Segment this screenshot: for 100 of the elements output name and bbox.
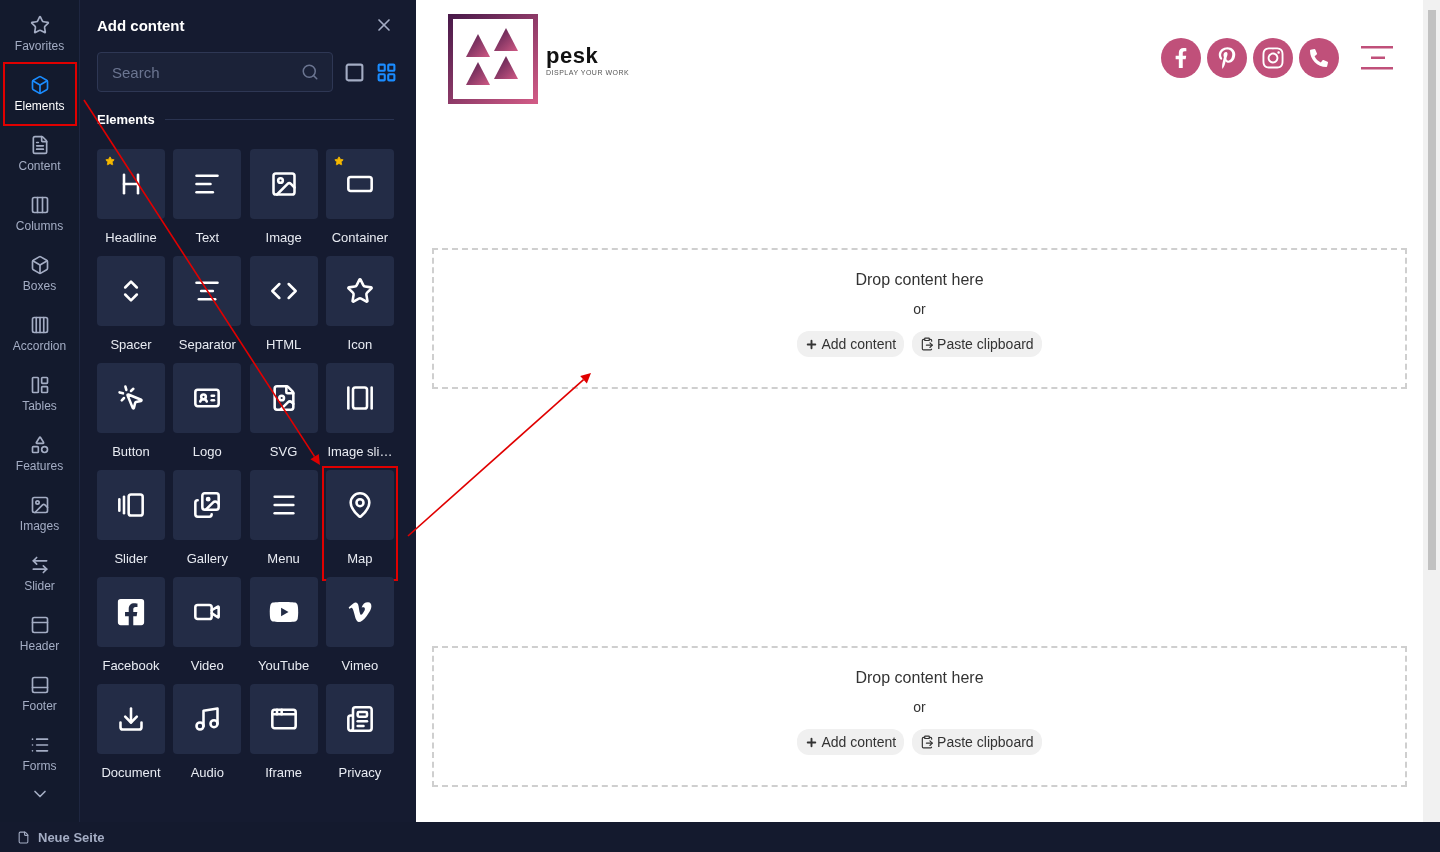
paste-clipboard-button[interactable]: Paste clipboard xyxy=(912,331,1042,357)
slides-icon xyxy=(117,491,145,519)
element-tile[interactable] xyxy=(97,363,165,433)
drop-title: Drop content here xyxy=(855,271,984,289)
instagram-icon[interactable] xyxy=(1253,38,1293,78)
element-tile[interactable] xyxy=(249,684,318,754)
element-label: Separator xyxy=(178,337,236,352)
download-icon xyxy=(117,705,145,733)
images-icon xyxy=(193,491,222,519)
sidebar-item[interactable]: Columns xyxy=(4,184,75,244)
page-name: Neue Seite xyxy=(38,829,105,845)
element-label: YouTube xyxy=(258,658,310,673)
sidebar-item[interactable]: Boxes xyxy=(4,244,75,304)
sidebar-item[interactable]: Accordion xyxy=(4,304,75,364)
sidebar-item[interactable]: Features xyxy=(4,424,75,484)
sidebar-label: Header xyxy=(19,639,60,653)
image-icon xyxy=(29,495,50,515)
sidebar-item[interactable]: Images xyxy=(4,484,75,544)
element-tile[interactable] xyxy=(249,577,318,647)
drop-title: Drop content here xyxy=(855,669,984,687)
element-tile[interactable] xyxy=(249,363,318,433)
element-label: Document xyxy=(101,765,161,780)
shapes-icon xyxy=(29,435,50,455)
footer-icon xyxy=(29,675,50,695)
or-text: or xyxy=(913,699,926,715)
sidebar-label: Images xyxy=(19,519,60,533)
element-label: Container xyxy=(331,230,389,245)
element-tile[interactable] xyxy=(325,684,394,754)
element-label: Icon xyxy=(347,337,373,352)
element-label: Vimeo xyxy=(341,658,379,673)
element-tile[interactable] xyxy=(97,577,165,647)
sidebar-label: Boxes xyxy=(22,279,57,293)
element-label: Iframe xyxy=(265,765,302,780)
element-tile[interactable] xyxy=(325,363,394,433)
add-content-button[interactable]: Add content xyxy=(797,729,905,755)
file-icon xyxy=(17,830,30,844)
element-tile[interactable] xyxy=(173,684,242,754)
element-tile[interactable] xyxy=(249,470,318,540)
element-tile[interactable] xyxy=(325,149,394,219)
sidebar-label: Features xyxy=(15,459,64,473)
element-tile[interactable] xyxy=(173,149,242,219)
columns-icon xyxy=(29,195,50,215)
facebook-icon[interactable] xyxy=(1161,38,1201,78)
sidebar-item[interactable]: Elements xyxy=(4,64,75,124)
element-label: Gallery xyxy=(186,551,228,566)
sidebar-item[interactable]: Footer xyxy=(4,664,75,724)
search-field[interactable]: Search xyxy=(97,52,333,92)
element-tile[interactable] xyxy=(325,256,394,326)
clipboard-icon xyxy=(920,735,935,749)
element-tile[interactable] xyxy=(97,149,165,219)
drop-zone[interactable]: Drop content here or Add content Paste clipboard xyxy=(432,646,1407,787)
add-content-button[interactable]: Add content xyxy=(797,331,905,357)
menu-icon[interactable] xyxy=(1361,45,1393,71)
sidebar-label: Slider xyxy=(24,579,55,593)
element-tile[interactable] xyxy=(97,470,165,540)
phone-icon[interactable] xyxy=(1299,38,1339,78)
drop-zone[interactable]: Drop content here or Add content Paste clipboard xyxy=(432,248,1407,389)
element-tile[interactable] xyxy=(325,577,394,647)
button-icon xyxy=(117,384,145,412)
paste-clipboard-button[interactable]: Paste clipboard xyxy=(912,729,1042,755)
element-tile[interactable] xyxy=(173,577,242,647)
plus-icon xyxy=(805,735,819,749)
sidebar-item[interactable]: Favorites xyxy=(4,4,75,64)
accordion-icon xyxy=(29,315,50,335)
element-label: Image xyxy=(265,230,302,245)
pinterest-icon[interactable] xyxy=(1207,38,1247,78)
element-label: Spacer xyxy=(110,337,152,352)
element-label: Button xyxy=(112,444,150,459)
search-icon xyxy=(301,63,319,81)
sidebar-item[interactable]: Forms xyxy=(4,724,75,784)
sidebar-item[interactable]: Tables xyxy=(4,364,75,424)
element-label: Privacy xyxy=(338,765,382,780)
element-tile[interactable] xyxy=(173,363,242,433)
sidebar-label: Content xyxy=(18,159,61,173)
element-tile[interactable] xyxy=(325,470,394,540)
vimeo-icon xyxy=(346,599,373,625)
plus-icon xyxy=(805,337,819,351)
window-icon xyxy=(269,705,298,733)
logo-name: pesk xyxy=(546,42,600,69)
sidebar-item[interactable]: Slider xyxy=(4,544,75,604)
element-tile[interactable] xyxy=(249,149,318,219)
star-icon xyxy=(345,277,374,305)
element-tile[interactable] xyxy=(249,256,318,326)
clipboard-icon xyxy=(920,337,935,351)
sidebar-label: Footer xyxy=(22,699,57,713)
element-label: Map xyxy=(347,551,373,566)
element-tile[interactable] xyxy=(173,470,242,540)
element-tile[interactable] xyxy=(173,256,242,326)
single-view-icon[interactable] xyxy=(344,61,365,83)
element-label: Video xyxy=(190,658,224,673)
sidebar-label: Elements xyxy=(14,99,65,113)
element-tile[interactable] xyxy=(97,256,165,326)
scrollbar[interactable] xyxy=(1423,0,1440,822)
sidebar-label: Tables xyxy=(22,399,57,413)
sidebar-item[interactable]: Header xyxy=(4,604,75,664)
element-label: HTML xyxy=(265,337,302,352)
element-tile[interactable] xyxy=(97,684,165,754)
element-label: Menu xyxy=(267,551,300,566)
grid-view-icon[interactable] xyxy=(376,61,397,83)
sidebar-item[interactable]: Content xyxy=(4,124,75,184)
